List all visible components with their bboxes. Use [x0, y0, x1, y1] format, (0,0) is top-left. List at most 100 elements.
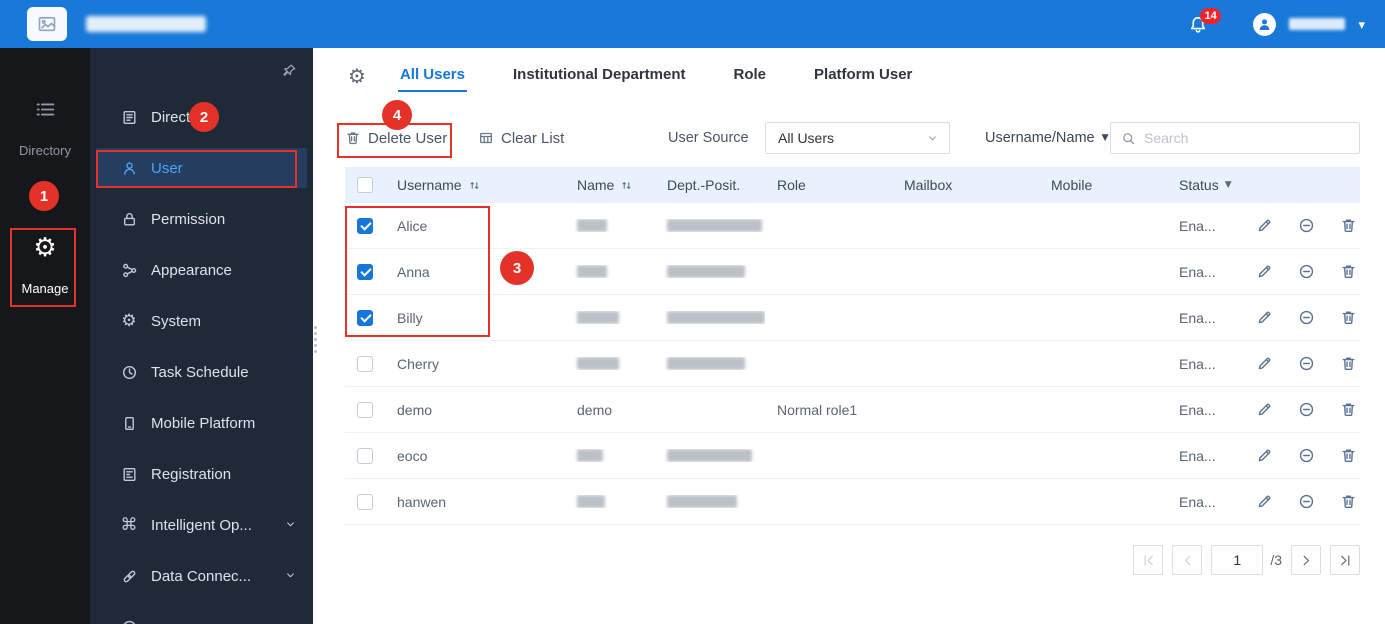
cell-actions	[1245, 493, 1360, 510]
sidebar-item-permission[interactable]: Permission	[96, 199, 307, 239]
disable-icon[interactable]	[1298, 355, 1315, 372]
edit-icon[interactable]	[1256, 263, 1273, 280]
delete-icon[interactable]	[1340, 493, 1357, 510]
row-checkbox[interactable]	[357, 401, 373, 418]
delete-icon[interactable]	[1340, 401, 1357, 418]
edit-icon[interactable]	[1256, 447, 1273, 464]
column-header-name[interactable]: Name	[565, 177, 655, 193]
last-page-button[interactable]	[1330, 545, 1360, 575]
delete-icon[interactable]	[1340, 309, 1357, 326]
table-row[interactable]: hanwen Ena...	[345, 479, 1360, 525]
column-header-dept[interactable]: Dept.-Posit.	[655, 177, 765, 193]
delete-user-label: Delete User	[368, 129, 448, 147]
next-page-button[interactable]	[1291, 545, 1321, 575]
cell-status: Ena...	[1179, 217, 1216, 234]
column-header-label: Status	[1179, 177, 1219, 193]
status-filter-icon[interactable]: ▼	[1225, 180, 1232, 190]
disable-icon[interactable]	[1298, 309, 1315, 326]
user-menu-caret-icon[interactable]: ▾	[1358, 18, 1365, 31]
tab-role[interactable]: Role	[732, 60, 769, 92]
delete-icon[interactable]	[1340, 263, 1357, 280]
table-row[interactable]: Alice Ena...	[345, 203, 1360, 249]
delete-icon[interactable]	[1340, 217, 1357, 234]
edit-icon[interactable]	[1256, 217, 1273, 234]
column-header-mobile[interactable]: Mobile	[1039, 177, 1167, 193]
cell-username: Cherry	[397, 355, 440, 372]
cell-username: demo	[397, 401, 433, 418]
app-logo[interactable]	[27, 7, 67, 41]
redacted-text	[577, 311, 619, 324]
disable-icon[interactable]	[1298, 263, 1315, 280]
edit-icon[interactable]	[1256, 493, 1273, 510]
sidebar-item-label: Task Schedule	[151, 363, 249, 381]
sidebar-item-appearance[interactable]: Appearance	[96, 250, 307, 290]
table-row[interactable]: Billy Ena...	[345, 295, 1360, 341]
clear-list-icon	[478, 130, 494, 146]
table-row[interactable]: Cherry Ena...	[345, 341, 1360, 387]
sidebar-item-partial[interactable]	[96, 607, 307, 624]
sidebar-item-user[interactable]: User	[96, 148, 307, 188]
row-checkbox[interactable]	[357, 263, 373, 280]
rail-item-manage[interactable]: ⚙ Manage	[0, 235, 90, 296]
manage-gear-icon: ⚙	[33, 233, 57, 263]
notification-bell-icon[interactable]: 14	[1188, 8, 1221, 36]
sidebar-item-data-connection[interactable]: Data Connec...	[96, 556, 307, 596]
row-checkbox[interactable]	[357, 493, 373, 510]
delete-icon[interactable]	[1340, 447, 1357, 464]
disable-icon[interactable]	[1298, 493, 1315, 510]
sidebar-item-task-schedule[interactable]: Task Schedule	[96, 352, 307, 392]
sidebar-item-registration[interactable]: Registration	[96, 454, 307, 494]
column-header-role[interactable]: Role	[765, 177, 892, 193]
sort-icon[interactable]	[620, 179, 633, 192]
clear-list-button[interactable]: Clear List	[478, 120, 564, 156]
chevron-down-icon	[284, 567, 297, 585]
row-checkbox[interactable]	[357, 355, 373, 372]
cell-name	[565, 449, 655, 462]
column-header-mailbox[interactable]: Mailbox	[892, 177, 1039, 193]
row-checkbox[interactable]	[357, 217, 373, 234]
user-source-select[interactable]: All Users	[765, 122, 950, 154]
select-all-checkbox[interactable]	[357, 177, 373, 193]
table-header: Username Name Dept.-Posit. Role Mailbox	[345, 167, 1360, 203]
tab-institutional-department[interactable]: Institutional Department	[511, 60, 688, 92]
search-field-selector[interactable]: Username/Name ▼	[985, 120, 1109, 156]
delete-icon[interactable]	[1340, 355, 1357, 372]
sidebar-item-mobile-platform[interactable]: Mobile Platform	[96, 403, 307, 443]
sidebar-item-intelligent-op[interactable]: ⌘ Intelligent Op...	[96, 505, 307, 545]
left-rail: Directory ⚙ Manage	[0, 48, 90, 624]
rail-item-directory[interactable]: Directory	[0, 98, 90, 158]
edit-icon[interactable]	[1256, 401, 1273, 418]
edit-icon[interactable]	[1256, 355, 1273, 372]
delete-user-button[interactable]: Delete User	[345, 120, 447, 156]
edit-icon[interactable]	[1256, 309, 1273, 326]
row-checkbox[interactable]	[357, 447, 373, 464]
column-header-username[interactable]: Username	[385, 177, 565, 193]
search-input[interactable]	[1144, 130, 1349, 146]
cell-dept	[655, 357, 765, 370]
cell-username: hanwen	[397, 493, 447, 510]
disable-icon[interactable]	[1298, 447, 1315, 464]
prev-page-button[interactable]	[1172, 545, 1203, 575]
sidebar-item-directory[interactable]: Directory	[96, 97, 307, 137]
page-input[interactable]	[1211, 545, 1264, 575]
table-row[interactable]: Anna Ena...	[345, 249, 1360, 295]
disable-icon[interactable]	[1298, 401, 1315, 418]
panel-resize-handle[interactable]	[314, 326, 317, 353]
unpin-icon[interactable]	[281, 62, 297, 80]
cell-dept	[655, 449, 765, 462]
directory-menu-icon	[34, 98, 57, 121]
disable-icon[interactable]	[1298, 217, 1315, 234]
tab-all-users[interactable]: All Users	[397, 60, 467, 92]
user-avatar[interactable]	[1253, 12, 1277, 36]
search-box[interactable]	[1110, 122, 1360, 154]
sidebar-item-system[interactable]: ⚙ System	[96, 301, 307, 341]
sort-icon[interactable]	[468, 179, 481, 192]
first-page-button[interactable]	[1133, 545, 1164, 575]
table-row[interactable]: eoco Ena...	[345, 433, 1360, 479]
tab-settings-icon[interactable]: ⚙	[348, 66, 366, 86]
row-checkbox[interactable]	[357, 309, 373, 326]
cell-username: Anna	[397, 263, 430, 280]
column-header-status[interactable]: Status ▼	[1167, 177, 1245, 193]
tab-platform-user[interactable]: Platform User	[812, 60, 914, 92]
table-row[interactable]: demo demo Normal role1 Ena...	[345, 387, 1360, 433]
